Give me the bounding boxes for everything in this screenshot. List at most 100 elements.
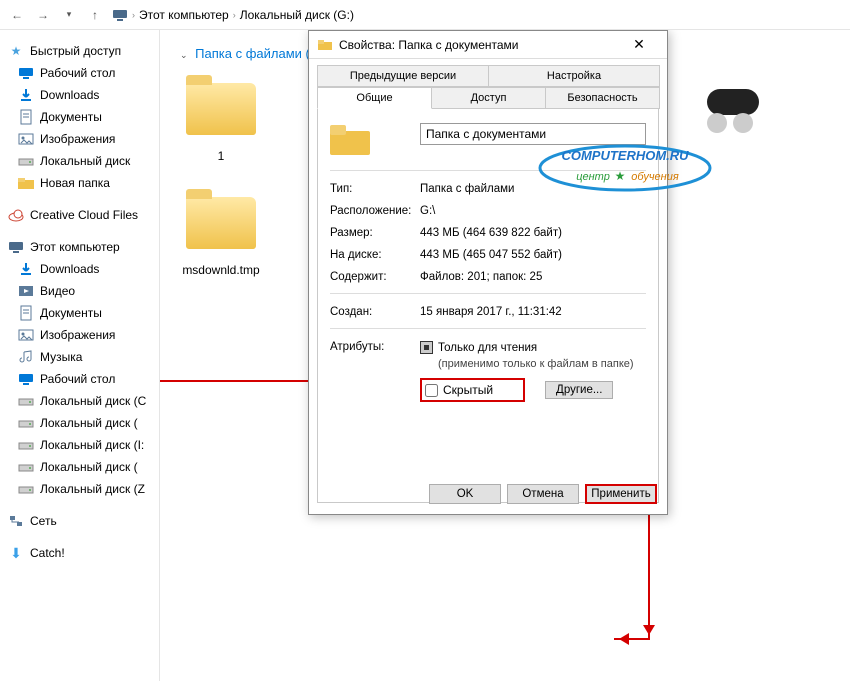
file-item[interactable]: 1 xyxy=(176,73,266,163)
pc-icon xyxy=(112,7,128,23)
sidebar-item-label: Локальный диск ( xyxy=(40,460,138,474)
sidebar-item[interactable]: Рабочий стол xyxy=(0,62,159,84)
ok-button[interactable]: OK xyxy=(429,484,501,504)
creative-cloud[interactable]: Creative Cloud Files xyxy=(0,204,159,226)
tab-previous-versions[interactable]: Предыдущие версии xyxy=(317,65,489,87)
sidebar-item[interactable]: Изображения xyxy=(0,128,159,150)
sidebar-item[interactable]: Downloads xyxy=(0,84,159,106)
sidebar-item-label: Локальный диск (Z xyxy=(40,482,145,496)
sidebar-item[interactable]: Новая папка xyxy=(0,172,159,194)
hidden-label: Скрытый xyxy=(443,383,493,397)
breadcrumb-drive[interactable]: Локальный диск (G:) xyxy=(240,8,354,22)
sidebar-item-label: Документы xyxy=(40,110,102,124)
sidebar-item-label: Музыка xyxy=(40,350,82,364)
sidebar-item[interactable]: Downloads xyxy=(0,258,159,280)
checkbox-icon[interactable] xyxy=(425,384,438,397)
cancel-button[interactable]: Отмена xyxy=(507,484,579,504)
this-pc[interactable]: Этот компьютер xyxy=(0,236,159,258)
close-button[interactable]: ✕ xyxy=(619,33,659,57)
sidebar-item[interactable]: Локальный диск ( xyxy=(0,412,159,434)
desktop-icon xyxy=(18,65,34,81)
up-button[interactable]: ↑ xyxy=(86,6,104,24)
apply-button[interactable]: Применить xyxy=(585,484,657,504)
folder-icon xyxy=(186,83,256,135)
tab-sharing[interactable]: Доступ xyxy=(431,87,546,109)
sidebar-item-label: Downloads xyxy=(40,262,99,276)
cloud-icon xyxy=(8,207,24,223)
breadcrumb[interactable]: › Этот компьютер › Локальный диск (G:) xyxy=(112,7,354,23)
star-icon: ★ xyxy=(8,43,24,59)
label: Сеть xyxy=(30,514,57,528)
down-icon xyxy=(18,87,34,103)
pic-icon xyxy=(18,131,34,147)
sidebar-item-label: Локальный диск xyxy=(40,154,130,168)
sidebar-item-label: Локальный диск ( xyxy=(40,416,138,430)
tab-general[interactable]: Общие xyxy=(317,87,432,109)
other-attributes-button[interactable]: Другие... xyxy=(545,381,613,399)
tabs: Предыдущие версии Настройка Общие Доступ… xyxy=(309,59,667,109)
tab-security[interactable]: Безопасность xyxy=(545,87,660,109)
dialog-titlebar[interactable]: Свойства: Папка с документами ✕ xyxy=(309,31,667,59)
sidebar-item-label: Рабочий стол xyxy=(40,66,115,80)
location-value: G:\ xyxy=(420,205,646,217)
network[interactable]: Сеть xyxy=(0,510,159,532)
sidebar-item[interactable]: Видео xyxy=(0,280,159,302)
breadcrumb-pc[interactable]: Этот компьютер xyxy=(139,8,229,22)
sidebar-item-label: Видео xyxy=(40,284,75,298)
file-label: msdownld.tmp xyxy=(182,263,259,277)
video-icon xyxy=(18,283,34,299)
doc-icon xyxy=(18,109,34,125)
sidebar-item-label: Локальный диск (C xyxy=(40,394,146,408)
size-on-disk-value: 443 МБ (465 047 552 байт) xyxy=(420,249,646,261)
folder-icon xyxy=(186,197,256,249)
pic-icon xyxy=(18,327,34,343)
hidden-checkbox[interactable]: Скрытый xyxy=(420,378,525,402)
sidebar-item-label: Изображения xyxy=(40,328,115,342)
tab-customize[interactable]: Настройка xyxy=(488,65,660,87)
dialog-title: Свойства: Папка с документами xyxy=(339,38,518,52)
label: Creative Cloud Files xyxy=(30,208,138,222)
size-label: Размер: xyxy=(330,227,420,239)
file-item[interactable] xyxy=(688,73,778,149)
quick-access[interactable]: ★ Быстрый доступ xyxy=(0,40,159,62)
readonly-label: Только для чтения xyxy=(438,342,537,354)
attributes-label: Атрибуты: xyxy=(330,341,420,353)
readonly-checkbox[interactable]: Только для чтения xyxy=(420,341,646,354)
desktop-icon xyxy=(18,371,34,387)
down-icon xyxy=(18,261,34,277)
chevron-down-icon: ⌄ xyxy=(180,50,188,60)
sidebar-item[interactable]: Локальный диск (Z xyxy=(0,478,159,500)
sidebar-item[interactable]: Изображения xyxy=(0,324,159,346)
folder-name-input[interactable] xyxy=(420,123,646,145)
thumbnail-icon xyxy=(697,79,769,139)
sidebar: ★ Быстрый доступ Рабочий стол Downloads До… xyxy=(0,30,160,681)
sidebar-item-label: Локальный диск (I: xyxy=(40,438,144,452)
sidebar-item[interactable]: Локальный диск (C xyxy=(0,390,159,412)
content-pane: ⌄ Папка с файлами (18) 1msdownld.tmpOcul… xyxy=(160,30,850,681)
location-label: Расположение: xyxy=(330,205,420,217)
contains-label: Содержит: xyxy=(330,271,420,283)
chevron-right-icon: › xyxy=(231,10,238,20)
back-button[interactable]: ← xyxy=(8,6,26,24)
network-icon xyxy=(8,513,24,529)
sidebar-item-label: Документы xyxy=(40,306,102,320)
checkbox-icon xyxy=(420,341,433,354)
recent-button[interactable]: ▾ xyxy=(60,6,78,24)
sidebar-item[interactable]: Музыка xyxy=(0,346,159,368)
file-item[interactable]: msdownld.tmp xyxy=(176,187,266,277)
catch[interactable]: ⬇ Catch! xyxy=(0,542,159,564)
forward-button[interactable]: → xyxy=(34,6,52,24)
sidebar-item[interactable]: Документы xyxy=(0,302,159,324)
sidebar-item[interactable]: Документы xyxy=(0,106,159,128)
sidebar-item[interactable]: Локальный диск ( xyxy=(0,456,159,478)
type-value: Папка с файлами xyxy=(420,183,646,195)
size-value: 443 МБ (464 639 822 байт) xyxy=(420,227,646,239)
pc-icon xyxy=(8,239,24,255)
drive-icon xyxy=(18,415,34,431)
type-label: Тип: xyxy=(330,183,420,195)
sidebar-item[interactable]: Рабочий стол xyxy=(0,368,159,390)
sidebar-item[interactable]: Локальный диск xyxy=(0,150,159,172)
sidebar-item-label: Downloads xyxy=(40,88,99,102)
sidebar-item[interactable]: Локальный диск (I: xyxy=(0,434,159,456)
chevron-right-icon: › xyxy=(130,10,137,20)
